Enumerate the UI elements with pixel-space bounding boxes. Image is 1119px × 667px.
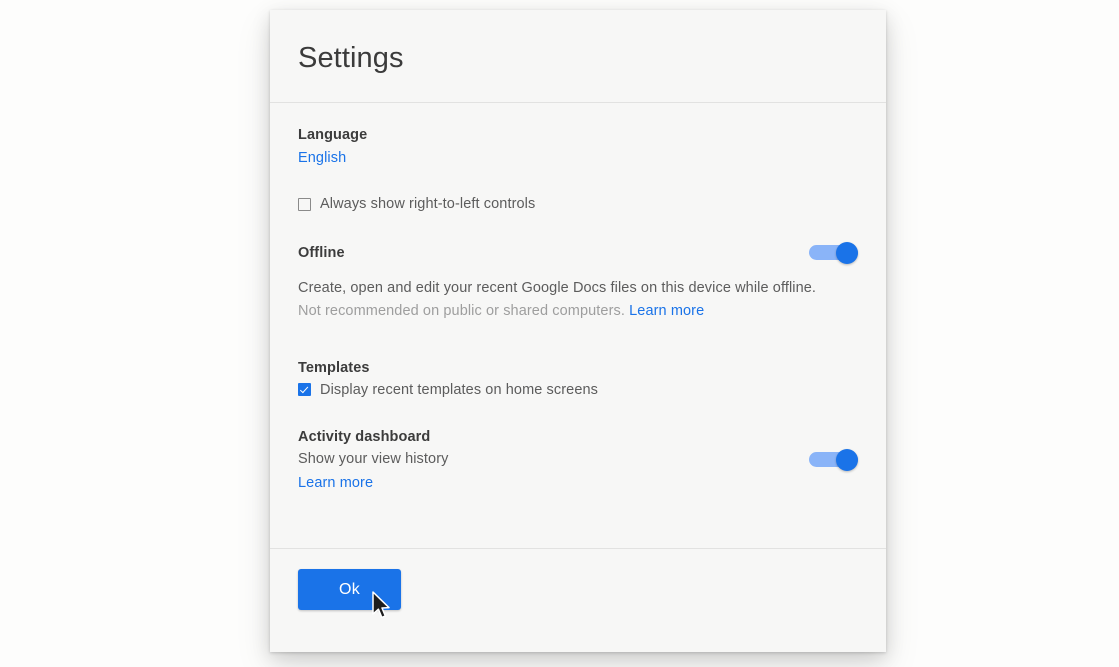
- language-section: Language English: [298, 103, 858, 166]
- activity-dashboard-learn-more-link[interactable]: Learn more: [298, 475, 448, 491]
- templates-checkbox-row[interactable]: Display recent templates on home screens: [298, 382, 858, 398]
- offline-description-text: Create, open and edit your recent Google…: [298, 280, 817, 296]
- language-label: Language: [298, 127, 368, 143]
- rtl-controls-label: Always show right-to-left controls: [320, 196, 536, 212]
- templates-label: Templates: [298, 359, 370, 376]
- dialog-footer: Ok: [270, 548, 886, 652]
- dialog-header: Settings: [270, 10, 886, 103]
- rtl-controls-checkbox[interactable]: [298, 197, 311, 211]
- offline-learn-more-link[interactable]: Learn more: [629, 303, 704, 319]
- settings-dialog: Settings Language English Always show ri…: [270, 10, 886, 652]
- language-value-link[interactable]: English: [298, 150, 858, 166]
- offline-description: Create, open and edit your recent Google…: [298, 277, 846, 324]
- ok-button[interactable]: Ok: [298, 569, 401, 610]
- activity-dashboard-text-group: Activity dashboard Show your view histor…: [298, 429, 448, 491]
- templates-section: Templates Display recent templates on ho…: [298, 360, 858, 398]
- activity-dashboard-toggle-knob: [836, 448, 858, 471]
- activity-dashboard-toggle[interactable]: [809, 448, 858, 471]
- rtl-controls-row[interactable]: Always show right-to-left controls: [298, 196, 858, 212]
- templates-checkbox-label: Display recent templates on home screens: [320, 381, 599, 398]
- dialog-body: Language English Always show right-to-le…: [270, 103, 886, 548]
- activity-dashboard-label: Activity dashboard: [298, 428, 431, 445]
- page-title: Settings: [298, 42, 404, 74]
- offline-toggle[interactable]: [809, 241, 858, 264]
- activity-dashboard-subtitle: Show your view history: [298, 450, 449, 467]
- offline-label: Offline: [298, 244, 345, 261]
- offline-toggle-knob: [836, 241, 858, 264]
- offline-section: Offline Create, open and edit your recen…: [298, 241, 858, 324]
- offline-warning-text: Not recommended on public or shared comp…: [298, 303, 625, 320]
- activity-dashboard-section: Activity dashboard Show your view histor…: [298, 429, 858, 491]
- offline-header-row: Offline: [298, 241, 858, 264]
- templates-checkbox[interactable]: [298, 383, 311, 397]
